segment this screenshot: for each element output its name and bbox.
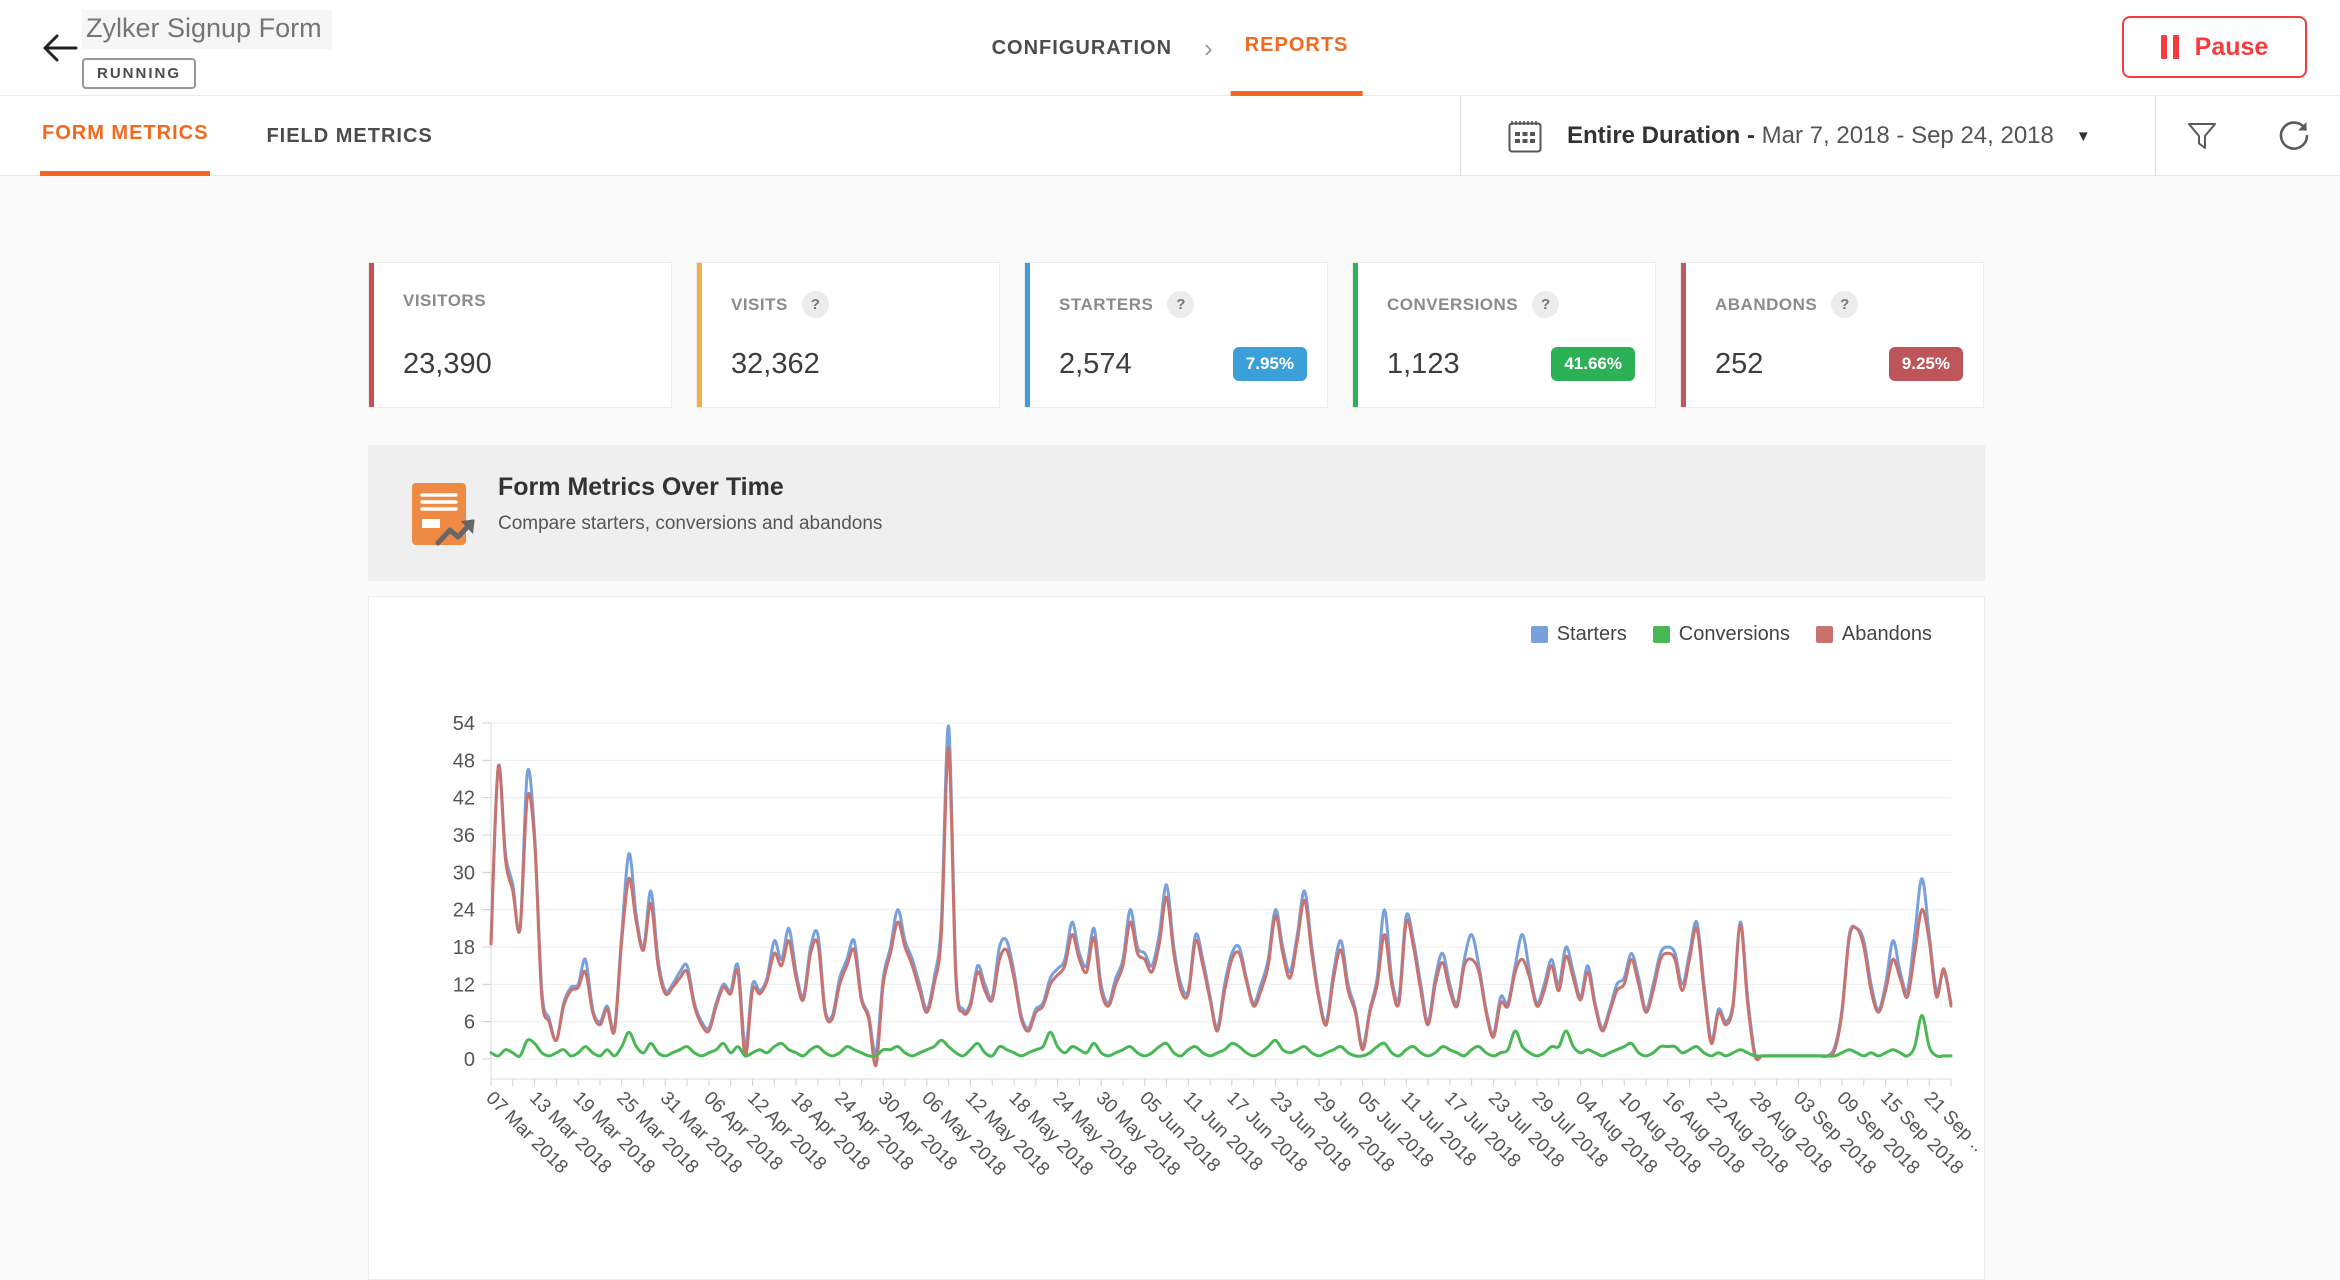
top-header: Zylker Signup Form RUNNING CONFIGURATION…	[0, 0, 2340, 96]
metric-label: ABANDONS	[1715, 294, 1818, 314]
svg-text:12: 12	[453, 974, 475, 996]
pause-icon	[2160, 35, 2179, 59]
svg-text:18: 18	[453, 937, 475, 959]
metric-accent-stripe	[697, 263, 702, 407]
refresh-icon	[2279, 121, 2309, 150]
refresh-button[interactable]	[2248, 96, 2340, 176]
svg-text:6: 6	[464, 1012, 475, 1034]
legend-swatch	[1815, 626, 1833, 643]
breadcrumb: CONFIGURATION › REPORTS	[978, 0, 1363, 96]
metric-card-visits: VISITS? 32,362	[696, 262, 1000, 408]
svg-text:36: 36	[453, 825, 475, 847]
metric-accent-stripe	[1025, 263, 1030, 407]
back-arrow-icon[interactable]	[40, 30, 80, 66]
metric-card-conversions: CONVERSIONS? 1,123 41.66%	[1352, 262, 1656, 408]
form-metrics-over-time-section: Form Metrics Over Time Compare starters,…	[368, 445, 1985, 581]
pause-button[interactable]: Pause	[2122, 16, 2307, 78]
chart-legend: Starters Conversions Abandons	[1530, 623, 1932, 646]
svg-text:54: 54	[453, 713, 475, 735]
metrics-tabs: FORM METRICS FIELD METRICS	[40, 96, 435, 176]
metrics-toolbar: FORM METRICS FIELD METRICS Entire Durati…	[0, 96, 2340, 176]
metric-value: 32,362	[731, 348, 820, 380]
legend-item-conversions[interactable]: Conversions	[1652, 623, 1790, 646]
svg-text:48: 48	[453, 750, 475, 772]
svg-text:42: 42	[453, 788, 475, 810]
metric-percentage-badge: 41.66%	[1551, 347, 1635, 381]
pause-button-label: Pause	[2194, 32, 2269, 61]
help-icon[interactable]: ?	[1167, 291, 1195, 318]
metric-value: 23,390	[403, 348, 492, 380]
legend-label: Abandons	[1841, 623, 1932, 645]
legend-item-abandons[interactable]: Abandons	[1815, 623, 1932, 646]
metric-cards-row: VISITORS 23,390 VISITS? 32,362 STARTERS? 2,57…	[368, 262, 1985, 408]
metric-label: CONVERSIONS	[1387, 294, 1519, 314]
metric-card-visitors: VISITORS 23,390	[368, 262, 672, 408]
status-badge: RUNNING	[82, 58, 196, 89]
filter-funnel-icon	[2188, 123, 2216, 149]
date-range-selector[interactable]: Entire Duration - Mar 7, 2018 - Sep 24, …	[1461, 96, 2155, 176]
metric-label: STARTERS	[1059, 294, 1154, 314]
help-icon[interactable]: ?	[801, 291, 829, 318]
svg-text:24: 24	[453, 900, 475, 922]
metric-card-abandons: ABANDONS? 252 9.25%	[1680, 262, 1984, 408]
help-icon[interactable]: ?	[1532, 291, 1560, 318]
metric-accent-stripe	[1353, 263, 1358, 407]
date-range-value: Mar 7, 2018 - Sep 24, 2018	[1761, 122, 2054, 149]
metric-value: 252	[1715, 348, 1764, 380]
tab-field-metrics[interactable]: FIELD METRICS	[264, 96, 434, 176]
metric-label: VISITS	[731, 294, 788, 314]
metric-accent-stripe	[369, 263, 374, 407]
help-icon[interactable]: ?	[1831, 291, 1859, 318]
metric-accent-stripe	[1681, 263, 1686, 407]
metric-card-starters: STARTERS? 2,574 7.95%	[1024, 262, 1328, 408]
metric-percentage-badge: 9.25%	[1888, 347, 1963, 381]
legend-swatch	[1652, 626, 1670, 643]
legend-swatch	[1530, 626, 1548, 643]
breadcrumb-reports[interactable]: REPORTS	[1230, 0, 1363, 96]
page-title: Zylker Signup Form	[82, 10, 332, 49]
svg-text:30: 30	[453, 862, 475, 884]
legend-label: Conversions	[1678, 623, 1790, 645]
filter-button[interactable]	[2156, 96, 2248, 176]
calendar-icon	[1508, 121, 1542, 153]
metric-percentage-badge: 7.95%	[1232, 347, 1307, 381]
breadcrumb-configuration[interactable]: CONFIGURATION	[978, 0, 1186, 96]
metric-value: 1,123	[1387, 348, 1460, 380]
section-subtitle: Compare starters, conversions and abando…	[498, 513, 883, 534]
svg-text:0: 0	[464, 1049, 475, 1071]
tab-form-metrics[interactable]: FORM METRICS	[40, 96, 211, 176]
section-title: Form Metrics Over Time	[498, 473, 784, 501]
chart-card: Starters Conversions Abandons 54 48 42 36 30 24…	[368, 596, 1986, 1280]
metric-value: 2,574	[1059, 348, 1132, 380]
legend-label: Starters	[1556, 623, 1627, 645]
report-document-icon	[412, 483, 475, 546]
date-range-prefix: Entire Duration -	[1567, 122, 1762, 149]
legend-item-starters[interactable]: Starters	[1530, 623, 1627, 646]
metrics-chart: 54484236302418126007 Mar 201813 Mar 2018…	[453, 713, 1986, 1180]
metric-label: VISITORS	[403, 291, 487, 310]
chevron-right-icon: ›	[1204, 32, 1213, 63]
caret-down-icon: ▼	[2075, 127, 2091, 145]
date-range-text: Entire Duration - Mar 7, 2018 - Sep 24, …	[1567, 122, 2054, 150]
